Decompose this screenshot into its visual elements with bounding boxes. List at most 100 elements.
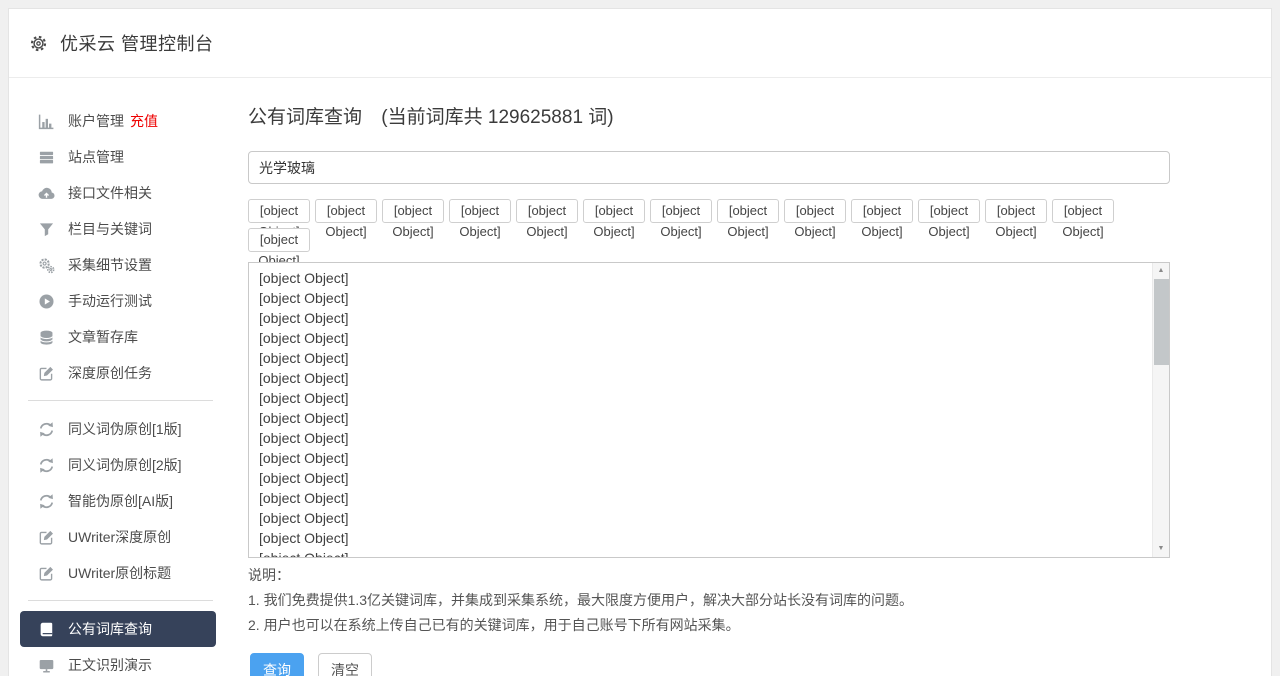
sidebar-item[interactable]: 账户管理 充值 (20, 103, 216, 139)
tag-button[interactable]: [object Object] (516, 199, 578, 223)
sidebar-item[interactable]: UWriter深度原创 (20, 519, 216, 555)
monitor-icon (38, 657, 55, 674)
tag-button[interactable]: [object Object] (315, 199, 377, 223)
sidebar-item-label: 栏目与关键词 (68, 219, 152, 239)
action-buttons: 查询 清空 (250, 653, 372, 676)
cloud-upload-icon (39, 187, 55, 198)
edit-icon (38, 529, 55, 546)
play-circle-icon (39, 294, 53, 308)
tag-button[interactable]: [object Object] (248, 228, 310, 252)
sidebar-item[interactable]: 正文识别演示 (20, 647, 216, 676)
note-line-2: 2. 用户也可以在系统上传自己已有的关键词库，用于自己账号下所有网站采集。 (248, 613, 913, 638)
sidebar-item[interactable]: 智能伪原创[AI版] (20, 483, 216, 519)
edit-icon (40, 530, 53, 543)
tag-button[interactable]: [object Object] (650, 199, 712, 223)
result-row: [object Object] (259, 488, 1152, 508)
scrollbar[interactable]: ▲ ▼ (1152, 263, 1169, 557)
sidebar: 账户管理 充值 站点管理 接口文件相关 栏目与关键词 (20, 103, 216, 676)
sidebar-item[interactable]: UWriter原创标题 (20, 555, 216, 591)
tag-button[interactable]: [object Object] (248, 199, 310, 223)
sidebar-item[interactable]: 文章暂存库 (20, 319, 216, 355)
monitor-icon (40, 659, 54, 671)
sidebar-item-label: 深度原创任务 (68, 363, 152, 383)
result-row: [object Object] (259, 448, 1152, 468)
sidebar-item-label: UWriter深度原创 (68, 527, 171, 547)
result-row: [object Object] (259, 388, 1152, 408)
sidebar-group: 账户管理 充值 站点管理 接口文件相关 栏目与关键词 (20, 103, 216, 391)
tag-button[interactable]: [object Object] (449, 199, 511, 223)
refresh-icon (38, 493, 55, 510)
sidebar-item[interactable]: 栏目与关键词 (20, 211, 216, 247)
main-content: 公有词库查询 (当前词库共 129625881 词) [object Objec… (248, 86, 1178, 676)
sidebar-item[interactable]: 手动运行测试 (20, 283, 216, 319)
result-row: [object Object] (259, 548, 1152, 557)
sidebar-item-label: 站点管理 (68, 147, 124, 167)
refresh-icon (38, 421, 55, 438)
sidebar-group: 公有词库查询 正文识别演示 (20, 611, 216, 676)
filter-icon (40, 223, 53, 236)
result-row: [object Object] (259, 268, 1152, 288)
tag-list: [object Object] [object Object] [object … (248, 199, 1178, 257)
result-row: [object Object] (259, 288, 1152, 308)
results-list: [object Object] [object Object] [object … (249, 263, 1152, 557)
sidebar-divider (28, 600, 213, 601)
result-row: [object Object] (259, 528, 1152, 548)
cogs-icon (40, 259, 53, 272)
scrollbar-thumb[interactable] (1154, 279, 1169, 365)
sidebar-divider (28, 400, 213, 401)
sidebar-item-label: 同义词伪原创[2版] (68, 455, 182, 475)
result-row: [object Object] (259, 368, 1152, 388)
recharge-badge[interactable]: 充值 (130, 111, 158, 131)
bar-chart-icon (38, 113, 55, 130)
keyword-input[interactable] (248, 151, 1170, 184)
sidebar-item-label: 正文识别演示 (68, 655, 152, 675)
sidebar-item-label: 公有词库查询 (68, 619, 152, 639)
book-icon (41, 622, 53, 636)
sidebar-item[interactable]: 深度原创任务 (20, 355, 216, 391)
query-button[interactable]: 查询 (250, 653, 304, 676)
tag-button[interactable]: [object Object] (784, 199, 846, 223)
app-title: 优采云 管理控制台 (60, 30, 214, 56)
tag-button[interactable]: [object Object] (382, 199, 444, 223)
sidebar-item-label: 接口文件相关 (68, 183, 152, 203)
refresh-icon (38, 457, 55, 474)
tag-button[interactable]: [object Object] (583, 199, 645, 223)
sidebar-item-label: 采集细节设置 (68, 255, 152, 275)
gear-icon (32, 36, 45, 49)
refresh-icon (40, 422, 53, 436)
server-icon (40, 151, 53, 163)
notes: 说明： 1. 我们免费提供1.3亿关键词库，并集成到采集系统，最大限度方便用户，… (248, 563, 913, 638)
cogs-icon (38, 257, 55, 274)
result-row: [object Object] (259, 508, 1152, 528)
edit-icon (40, 566, 53, 579)
clear-button[interactable]: 清空 (318, 653, 372, 676)
scroll-down-icon[interactable]: ▼ (1153, 541, 1169, 557)
results-box[interactable]: [object Object] [object Object] [object … (248, 262, 1170, 558)
server-icon (38, 149, 55, 166)
tag-button[interactable]: [object Object] (1052, 199, 1114, 223)
tag-button[interactable]: [object Object] (851, 199, 913, 223)
tag-button[interactable]: [object Object] (985, 199, 1047, 223)
edit-icon (40, 366, 53, 379)
database-icon (41, 330, 53, 344)
refresh-icon (40, 494, 53, 508)
sidebar-item-label: 文章暂存库 (68, 327, 138, 347)
tag-button[interactable]: [object Object] (918, 199, 980, 223)
result-row: [object Object] (259, 328, 1152, 348)
result-row: [object Object] (259, 308, 1152, 328)
book-icon (38, 621, 55, 638)
sidebar-group: 同义词伪原创[1版] 同义词伪原创[2版] 智能伪原创[AI版] UWriter… (20, 411, 216, 591)
result-row: [object Object] (259, 408, 1152, 428)
sidebar-item[interactable]: 同义词伪原创[2版] (20, 447, 216, 483)
cloud-upload-icon (38, 185, 55, 202)
sidebar-item[interactable]: 采集细节设置 (20, 247, 216, 283)
refresh-icon (40, 458, 53, 472)
tag-button[interactable]: [object Object] (717, 199, 779, 223)
app-header: 优采云 管理控制台 (9, 9, 1271, 78)
sidebar-item[interactable]: 站点管理 (20, 139, 216, 175)
sidebar-item[interactable]: 同义词伪原创[1版] (20, 411, 216, 447)
play-circle-icon (38, 293, 55, 310)
scroll-up-icon[interactable]: ▲ (1153, 263, 1169, 279)
sidebar-item[interactable]: 接口文件相关 (20, 175, 216, 211)
sidebar-item[interactable]: 公有词库查询 (20, 611, 216, 647)
